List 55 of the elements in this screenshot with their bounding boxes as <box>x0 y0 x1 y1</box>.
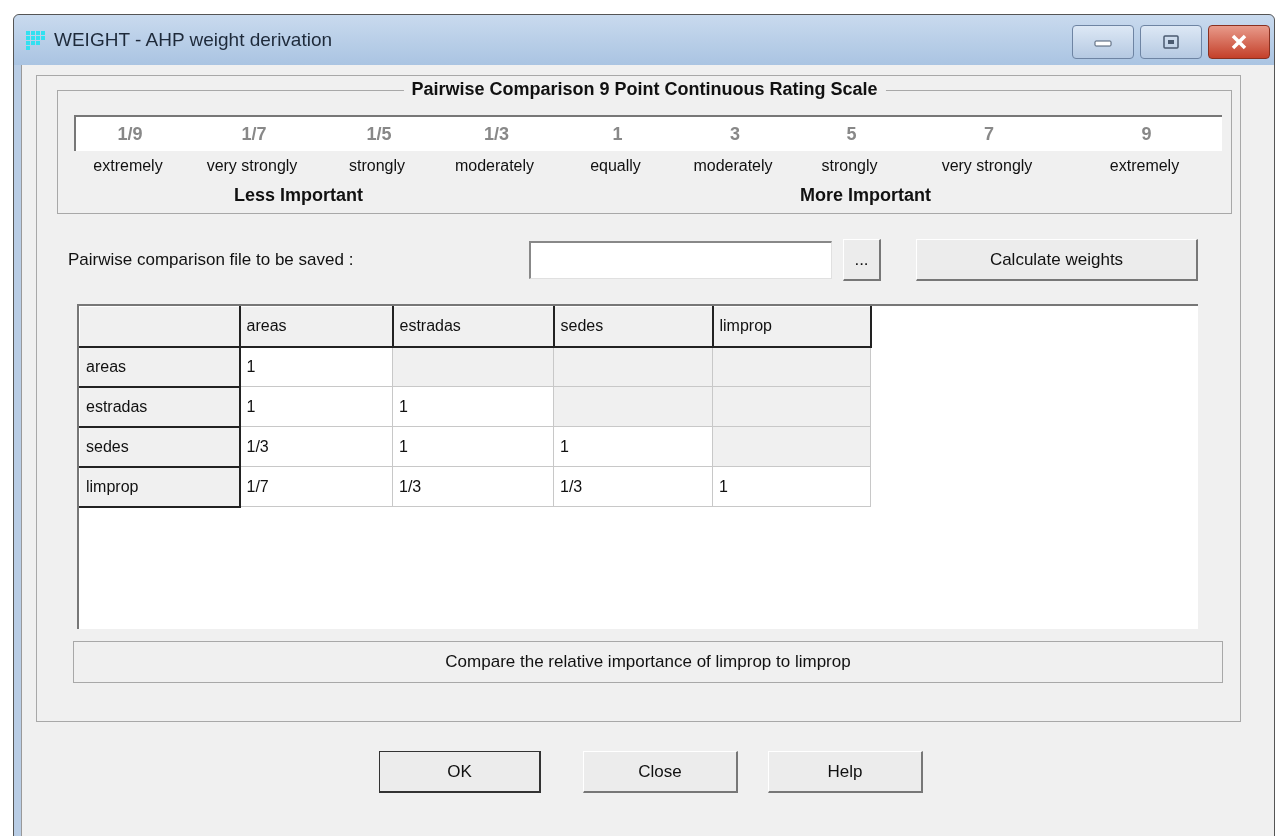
close-button[interactable] <box>1208 25 1270 59</box>
window-title: WEIGHT - AHP weight derivation <box>54 29 333 51</box>
maximize-icon <box>1162 34 1180 50</box>
scale-value: 9 <box>1140 123 1153 145</box>
importance-label: Less Important <box>234 185 364 206</box>
scale-value: 1/5 <box>365 123 393 145</box>
column-header: sedes <box>553 306 713 347</box>
minimize-icon <box>1092 37 1114 47</box>
scale-value: 1/3 <box>483 123 510 145</box>
scale-label: moderately <box>692 157 774 175</box>
scale-label: extremely <box>92 157 164 175</box>
status-message: Compare the relative importance of limprop to limprop <box>73 641 1223 683</box>
table-cell[interactable]: 1/3 <box>239 426 393 467</box>
table-cell[interactable]: 1/3 <box>392 466 554 507</box>
scale-value: 5 <box>845 123 858 145</box>
help-button[interactable]: Help <box>768 751 923 793</box>
column-header: limprop <box>712 306 871 347</box>
table-cell[interactable]: 1 <box>392 426 554 467</box>
grid-icon <box>24 29 46 51</box>
scale-label: strongly <box>820 157 879 175</box>
scale-label: very strongly <box>205 157 299 175</box>
column-header: estradas <box>392 306 554 347</box>
scale-value: 1 <box>611 123 624 145</box>
ok-button[interactable]: OK <box>379 751 541 793</box>
scale-label: equally <box>589 157 642 175</box>
field-label: Pairwise comparison file to be saved : <box>68 250 355 270</box>
scale-value: 7 <box>983 123 995 145</box>
table-cell[interactable]: 1/3 <box>553 466 713 507</box>
table-cell[interactable]: 1/7 <box>239 466 393 507</box>
column-header: areas <box>239 306 393 347</box>
table-cell[interactable]: 1 <box>239 386 393 427</box>
row-header: sedes <box>79 426 240 467</box>
row-header: areas <box>79 346 240 387</box>
table-cell[interactable]: 1 <box>712 466 871 507</box>
close-icon <box>1229 34 1249 50</box>
scale-value: 1/7 <box>240 123 268 145</box>
table-cell[interactable]: 1 <box>553 426 713 467</box>
group-title: Pairwise Comparison 9 Point Continuous Rating Scale <box>403 79 886 100</box>
importance-label: More Important <box>800 185 932 206</box>
row-header: limprop <box>79 466 240 507</box>
table-cell[interactable]: 1 <box>239 346 393 387</box>
scale-label: very strongly <box>940 157 1034 175</box>
browse-button[interactable]: ... <box>843 239 881 281</box>
scale-value: 3 <box>729 123 741 145</box>
close-button[interactable]: Close <box>583 751 738 793</box>
scale-label: extremely <box>1108 157 1181 175</box>
calculate-weights-button[interactable]: Calculate weights <box>916 239 1198 281</box>
scale-label: strongly <box>348 157 406 175</box>
row-header: estradas <box>79 386 240 427</box>
scale-label: moderately <box>453 157 536 175</box>
file-name-field[interactable] <box>529 241 832 279</box>
scale-value: 1/9 <box>116 123 144 145</box>
minimize-button[interactable] <box>1072 25 1134 59</box>
table-cell[interactable]: 1 <box>392 386 554 427</box>
maximize-button[interactable] <box>1140 25 1202 59</box>
